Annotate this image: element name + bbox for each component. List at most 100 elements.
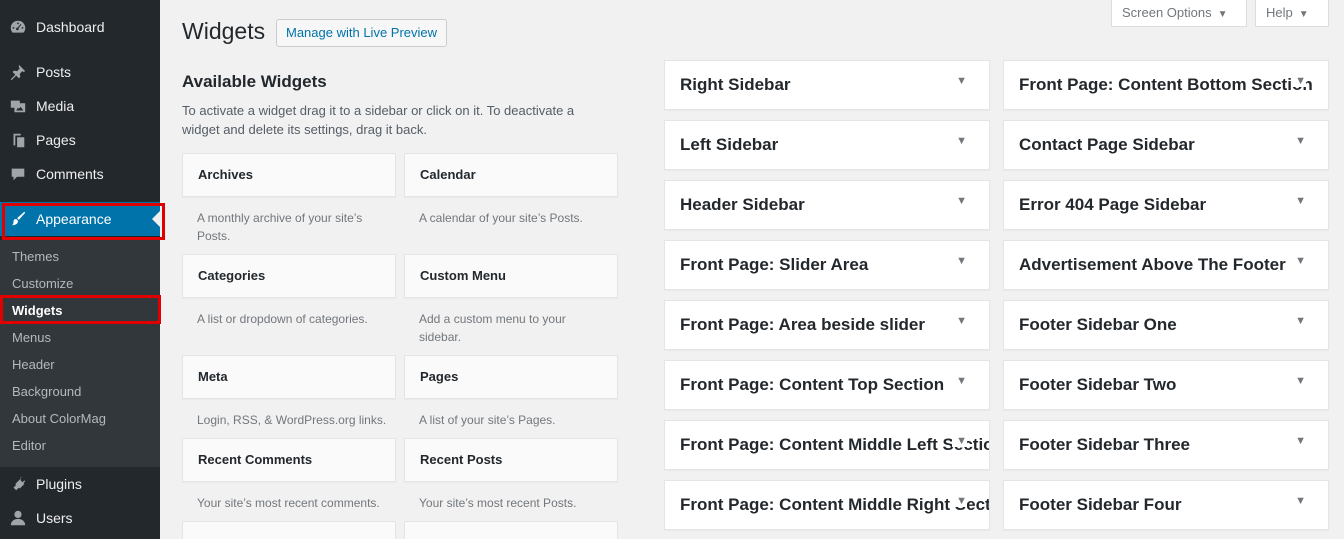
submenu-themes[interactable]: Themes — [12, 247, 59, 267]
available-widgets-description: To activate a widget drag it to a sideba… — [182, 103, 575, 137]
caret-down-icon[interactable]: ▼ — [952, 75, 967, 87]
sidebar-slider-area[interactable]: Front Page: Slider Area ▼ — [664, 240, 990, 290]
widget-desc: Login, RSS, & WordPress.org links. — [197, 413, 387, 427]
caret-down-icon[interactable]: ▼ — [1291, 435, 1306, 447]
submenu-menus[interactable]: Menus — [12, 328, 51, 348]
menu-users-label: Users — [36, 510, 73, 526]
submenu-customize[interactable]: Customize — [12, 274, 73, 294]
caret-down-icon: ▼ — [1217, 9, 1228, 20]
menu-plugins[interactable]: Plugins — [0, 467, 160, 501]
appearance-highlight — [2, 203, 165, 240]
menu-media-label: Media — [36, 98, 75, 114]
caret-down-icon[interactable]: ▼ — [1291, 255, 1306, 267]
widget-partial[interactable] — [404, 521, 618, 539]
sidebar-advertisement[interactable]: Advertisement Above The Footer ▼ — [1003, 240, 1329, 290]
caret-down-icon[interactable]: ▼ — [1291, 195, 1306, 207]
menu-posts-label: Posts — [36, 64, 72, 80]
widget-recent-posts[interactable]: Recent Posts — [404, 438, 618, 482]
menu-comments[interactable]: Comments — [0, 157, 160, 191]
sidebar-title: Footer Sidebar One — [1019, 315, 1177, 334]
sidebar-header-sidebar[interactable]: Header Sidebar ▼ — [664, 180, 990, 230]
widget-calendar[interactable]: Calendar — [404, 153, 618, 197]
caret-down-icon[interactable]: ▼ — [1291, 135, 1306, 147]
caret-down-icon[interactable]: ▼ — [1291, 75, 1306, 87]
sidebar-footer-four[interactable]: Footer Sidebar Four ▼ — [1003, 480, 1329, 530]
sidebar-title: Footer Sidebar Four — [1019, 495, 1182, 514]
submenu-background[interactable]: Background — [12, 382, 81, 402]
widget-desc: Your site’s most recent Posts. — [419, 496, 577, 510]
sidebar-beside-slider[interactable]: Front Page: Area beside slider ▼ — [664, 300, 990, 350]
widget-archives[interactable]: Archives — [182, 153, 396, 197]
sidebar-right-sidebar[interactable]: Right Sidebar ▼ — [664, 60, 990, 110]
sidebar-contact-page[interactable]: Contact Page Sidebar ▼ — [1003, 120, 1329, 170]
help-label: Help — [1266, 5, 1293, 20]
caret-down-icon[interactable]: ▼ — [1291, 375, 1306, 387]
pin-icon — [0, 63, 36, 81]
appearance-submenu: Themes Customize Widgets Menus Header Ba… — [0, 240, 160, 467]
widget-pages[interactable]: Pages — [404, 355, 618, 399]
sidebar-title: Footer Sidebar Two — [1019, 375, 1177, 394]
sidebar-content-middle-left[interactable]: Front Page: Content Middle Left Section … — [664, 420, 990, 470]
media-icon — [0, 97, 36, 115]
caret-down-icon[interactable]: ▼ — [952, 255, 967, 267]
sidebar-content-middle-right[interactable]: Front Page: Content Middle Right Section… — [664, 480, 990, 530]
live-preview-button[interactable]: Manage with Live Preview — [276, 19, 448, 47]
menu-posts[interactable]: Posts — [0, 55, 160, 89]
menu-dashboard[interactable]: Dashboard — [0, 10, 160, 44]
sidebar-footer-three[interactable]: Footer Sidebar Three ▼ — [1003, 420, 1329, 470]
pages-icon — [0, 131, 36, 149]
menu-users[interactable]: Users — [0, 501, 160, 535]
plug-icon — [0, 475, 36, 493]
sidebar-title: Footer Sidebar Three — [1019, 435, 1190, 454]
caret-down-icon[interactable]: ▼ — [952, 135, 967, 147]
widget-recent-comments[interactable]: Recent Comments — [182, 438, 396, 482]
sidebar-title: Header Sidebar — [680, 195, 805, 214]
screen-options-button[interactable]: Screen Options ▼ — [1111, 0, 1247, 27]
caret-down-icon: ▼ — [1298, 9, 1309, 20]
available-widgets-title: Available Widgets — [182, 72, 327, 91]
widget-categories[interactable]: Categories — [182, 254, 396, 298]
caret-down-icon[interactable]: ▼ — [952, 435, 967, 447]
help-button[interactable]: Help ▼ — [1255, 0, 1329, 27]
screen-options-label: Screen Options — [1122, 5, 1212, 20]
widget-meta[interactable]: Meta — [182, 355, 396, 399]
caret-down-icon[interactable]: ▼ — [952, 495, 967, 507]
caret-down-icon[interactable]: ▼ — [952, 195, 967, 207]
sidebar-title: Front Page: Content Top Section — [680, 375, 945, 394]
sidebar-title: Front Page: Content Middle Left Section — [680, 435, 990, 454]
sidebar-title: Contact Page Sidebar — [1019, 135, 1195, 154]
widget-desc: Your site’s most recent comments. — [197, 496, 380, 510]
menu-comments-label: Comments — [36, 166, 104, 182]
caret-down-icon[interactable]: ▼ — [952, 375, 967, 387]
caret-down-icon[interactable]: ▼ — [952, 315, 967, 327]
sidebar-error-404[interactable]: Error 404 Page Sidebar ▼ — [1003, 180, 1329, 230]
sidebar-title: Right Sidebar — [680, 75, 791, 94]
menu-media[interactable]: Media — [0, 89, 160, 123]
dashboard-icon — [0, 18, 36, 36]
sidebar-title: Front Page: Content Middle Right Section — [680, 495, 990, 514]
user-icon — [0, 509, 36, 527]
sidebar-title: Left Sidebar — [680, 135, 779, 154]
widget-custom-menu[interactable]: Custom Menu — [404, 254, 618, 298]
submenu-about[interactable]: About ColorMag — [12, 409, 106, 429]
widget-desc: A list of your site’s Pages. — [419, 413, 556, 427]
sidebar-left-sidebar[interactable]: Left Sidebar ▼ — [664, 120, 990, 170]
widget-desc: Add a custom menu to your sidebar. — [419, 312, 566, 344]
page-title: Widgets — [182, 18, 266, 44]
sidebar-footer-one[interactable]: Footer Sidebar One ▼ — [1003, 300, 1329, 350]
submenu-header[interactable]: Header — [12, 355, 55, 375]
caret-down-icon[interactable]: ▼ — [1291, 495, 1306, 507]
sidebar-title: Front Page: Slider Area — [680, 255, 869, 274]
sidebar-content-bottom[interactable]: Front Page: Content Bottom Section ▼ — [1003, 60, 1329, 110]
caret-down-icon[interactable]: ▼ — [1291, 315, 1306, 327]
menu-pages[interactable]: Pages — [0, 123, 160, 157]
widget-partial[interactable] — [182, 521, 396, 539]
sidebar-content-top[interactable]: Front Page: Content Top Section ▼ — [664, 360, 990, 410]
widget-desc: A calendar of your site’s Posts. — [419, 211, 583, 225]
submenu-editor[interactable]: Editor — [12, 436, 46, 456]
sidebar-title: Front Page: Content Bottom Section — [1019, 75, 1313, 94]
sidebar-title: Error 404 Page Sidebar — [1019, 195, 1207, 214]
widget-desc: A monthly archive of your site’s Posts. — [197, 211, 363, 243]
sidebar-footer-two[interactable]: Footer Sidebar Two ▼ — [1003, 360, 1329, 410]
sidebar-title: Advertisement Above The Footer — [1019, 255, 1286, 274]
